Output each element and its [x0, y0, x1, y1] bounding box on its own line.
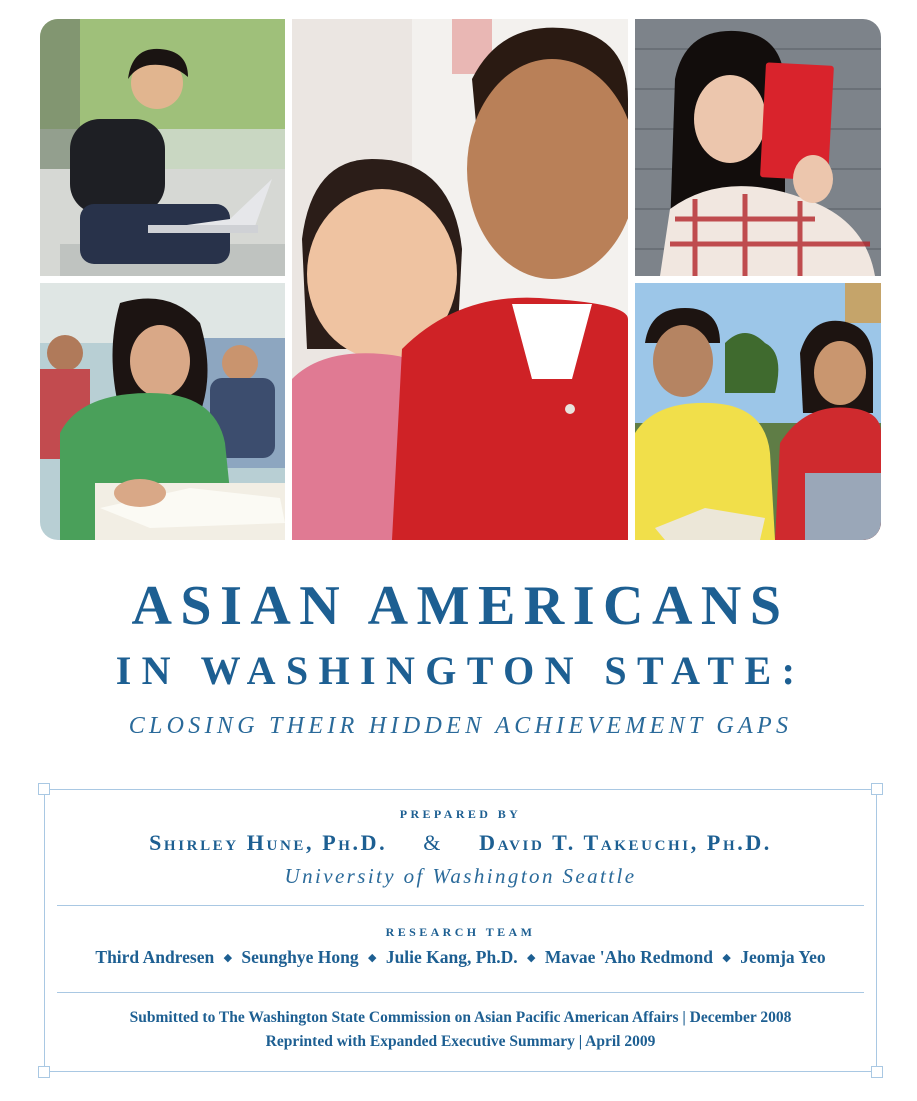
diamond-separator-icon: ◆ [722, 952, 731, 964]
submission-note: Submitted to The Washington State Commis… [129, 1009, 792, 1026]
prepared-by-label: PREPARED BY [399, 807, 522, 821]
frame-corner-ornament [38, 1066, 50, 1078]
divider [57, 905, 864, 906]
research-team-members: Third Andresen ◆ Seunghye Hong ◆ Julie K… [45, 947, 876, 968]
frame-corner-ornament [871, 783, 883, 795]
authors-line: Shirley Hune, Ph.D. & David T. Takeuchi,… [45, 830, 876, 856]
photo-student-book [635, 19, 881, 276]
credits-frame: PREPARED BY Shirley Hune, Ph.D. & David … [38, 783, 883, 1078]
photo-teens-outdoors [635, 283, 881, 540]
photo-student-reading [40, 283, 285, 540]
photo-collage [40, 19, 881, 540]
photo-student-laptop [40, 19, 285, 276]
author-hune: Shirley Hune, Ph.D. [149, 830, 388, 855]
diamond-separator-icon: ◆ [526, 952, 536, 964]
university-affiliation: University of Washington Seattle [284, 864, 637, 888]
ampersand: & [423, 830, 444, 855]
team-member: Julie Kang, Ph.D. [385, 947, 518, 967]
research-team-label: RESEARCH TEAM [385, 925, 536, 939]
divider [57, 992, 864, 993]
team-member: Jeomja Yeo [740, 947, 826, 967]
frame-corner-ornament [871, 1066, 883, 1078]
subtitle: CLOSING THEIR HIDDEN ACHIEVEMENT GAPS [128, 713, 793, 739]
frame-corner-ornament [38, 783, 50, 795]
team-member: Mavae 'Aho Redmond [544, 947, 714, 967]
title-line-2: IN WASHINGTON STATE: [115, 648, 806, 693]
team-member: Seunghye Hong [241, 947, 359, 967]
title-line-1: ASIAN AMERICANS [131, 575, 790, 637]
author-takeuchi: David T. Takeuchi, Ph.D. [479, 830, 772, 855]
team-member: Third Andresen [95, 947, 215, 967]
diamond-separator-icon: ◆ [223, 952, 233, 964]
reprint-note: Reprinted with Expanded Executive Summar… [265, 1033, 656, 1050]
photo-children [292, 19, 628, 540]
diamond-separator-icon: ◆ [367, 952, 377, 964]
